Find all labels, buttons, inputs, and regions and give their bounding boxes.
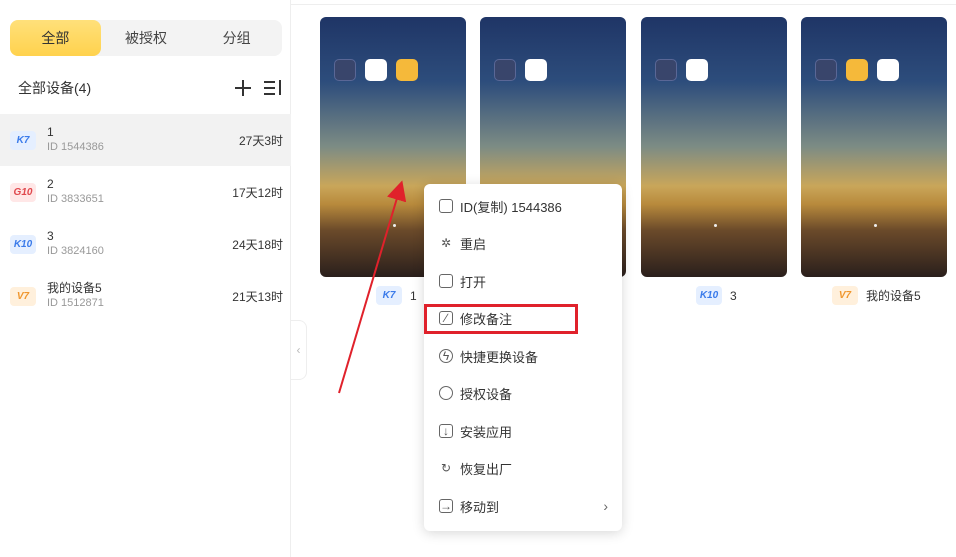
app-icon [365, 59, 387, 81]
app-folder-icon [494, 59, 516, 81]
folder-open-icon [439, 274, 453, 288]
tab-authorized[interactable]: 被授权 [101, 20, 192, 56]
restart-icon: ✲ [440, 236, 452, 250]
device-count-title: 全部设备(4) [18, 80, 92, 96]
menu-item-open[interactable]: 打开 [424, 266, 622, 296]
top-divider [291, 4, 956, 5]
device-card-label[interactable]: K10 3 [696, 286, 737, 305]
menu-item-label: ID(复制) 1544386 [460, 199, 562, 215]
device-remaining-time: 27天3时 [238, 133, 283, 148]
model-badge-k7: K7 [376, 286, 402, 305]
model-badge-k7: K7 [10, 130, 36, 150]
home-apps [815, 59, 899, 81]
device-row[interactable]: K7 1 ID 1544386 27天3时 [0, 114, 291, 166]
tab-all[interactable]: 全部 [10, 20, 101, 56]
app-icon [877, 59, 899, 81]
status-bar [801, 17, 947, 25]
menu-item-quick-switch[interactable]: ϟ 快捷更换设备 [424, 341, 622, 371]
device-card-label[interactable]: K7 1 [376, 286, 417, 305]
device-row[interactable]: V7 我的设备5 ID 1512871 21天13时 [0, 270, 291, 322]
move-to-icon: → [439, 499, 453, 513]
device-section-header: 全部设备(4) [18, 76, 282, 100]
device-name: 2 [47, 177, 54, 191]
device-id: ID 1512871 [47, 297, 104, 309]
highlight-annotation-box [424, 304, 578, 334]
collapse-sidebar-handle[interactable]: ‹ [291, 320, 307, 380]
app-folder-icon [655, 59, 677, 81]
device-remaining-time: 24天18时 [232, 237, 283, 252]
status-bar [320, 17, 466, 25]
device-list: K7 1 ID 1544386 27天3时 G10 2 ID 3833651 1… [0, 114, 291, 322]
app-icon [525, 59, 547, 81]
menu-item-label: 恢复出厂 [460, 461, 513, 477]
home-apps [494, 59, 547, 81]
header-actions [234, 79, 282, 97]
status-bar [641, 17, 787, 25]
app-folder-icon [334, 59, 356, 81]
menu-item-authorize[interactable]: 授权设备 [424, 378, 622, 408]
model-badge-k10: K10 [10, 234, 36, 254]
page-dot [393, 224, 396, 227]
model-badge-k10: K10 [696, 286, 722, 305]
sort-icon[interactable] [264, 80, 282, 96]
device-card-name: 1 [410, 288, 417, 303]
filter-tabs: 全部 被授权 分组 [10, 20, 282, 56]
app-icon [846, 59, 868, 81]
page-dot [874, 224, 877, 227]
app-folder-icon [815, 59, 837, 81]
menu-item-label: 快捷更换设备 [460, 349, 539, 365]
chevron-right-icon: › [603, 498, 608, 514]
menu-item-move-to[interactable]: → 移动到 › [424, 491, 622, 521]
device-remaining-time: 21天13时 [232, 289, 283, 304]
chevron-left-icon: ‹ [296, 343, 301, 357]
menu-item-label: 安装应用 [460, 424, 513, 440]
device-id: ID 3824160 [47, 245, 104, 257]
device-card-label[interactable]: V7 我的设备5 [832, 286, 921, 305]
menu-item-label: 重启 [460, 236, 487, 252]
app-icon [686, 59, 708, 81]
device-remaining-time: 17天12时 [232, 185, 283, 200]
device-name: 1 [47, 125, 54, 139]
device-id: ID 1544386 [47, 141, 104, 153]
model-badge-v7: V7 [832, 286, 858, 305]
menu-item-label: 授权设备 [460, 386, 513, 402]
device-card-name: 3 [730, 288, 737, 303]
user-authorize-icon [439, 386, 453, 400]
menu-item-label: 移动到 [460, 499, 500, 515]
device-context-menu: ID(复制) 1544386 ✲ 重启 打开 ∕ 修改备注 ϟ 快捷更换设备 授… [424, 184, 622, 531]
status-bar [480, 17, 626, 25]
quick-switch-icon: ϟ [439, 349, 453, 363]
home-apps [655, 59, 708, 81]
home-apps [334, 59, 418, 81]
device-sidebar: 全部 被授权 分组 全部设备(4) K7 1 ID 1544386 27天3时 … [0, 0, 291, 557]
device-card-name: 我的设备5 [866, 289, 921, 303]
model-badge-g10: G10 [10, 182, 36, 202]
device-id: ID 3833651 [47, 193, 104, 205]
page-dot [714, 224, 717, 227]
menu-item-factory-reset[interactable]: ↻ 恢复出厂 [424, 453, 622, 483]
menu-item-copy-id[interactable]: ID(复制) 1544386 [424, 191, 622, 221]
add-device-icon[interactable] [234, 79, 252, 97]
factory-reset-icon: ↻ [440, 461, 452, 475]
device-name: 3 [47, 229, 54, 243]
menu-item-restart[interactable]: ✲ 重启 [424, 228, 622, 258]
install-app-icon: ↓ [439, 424, 453, 438]
tab-group[interactable]: 分组 [191, 20, 282, 56]
device-row[interactable]: K10 3 ID 3824160 24天18时 [0, 218, 291, 270]
device-screen[interactable] [641, 17, 787, 277]
device-screen[interactable] [801, 17, 947, 277]
menu-item-install-app[interactable]: ↓ 安装应用 [424, 416, 622, 446]
model-badge-v7: V7 [10, 286, 36, 306]
menu-item-label: 打开 [460, 274, 487, 290]
app-icon [396, 59, 418, 81]
device-name: 我的设备5 [47, 281, 102, 295]
copy-icon [439, 199, 453, 213]
device-row[interactable]: G10 2 ID 3833651 17天12时 [0, 166, 291, 218]
